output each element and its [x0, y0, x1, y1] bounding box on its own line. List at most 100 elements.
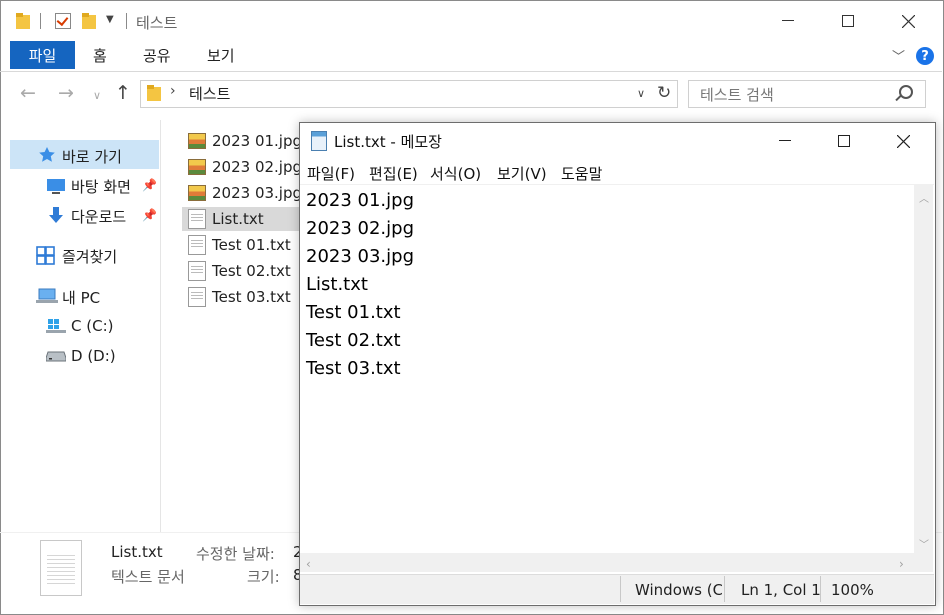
details-size-label: 크기: [247, 568, 280, 586]
tab-home[interactable]: 홈 [93, 45, 107, 66]
breadcrumb-chevron-icon[interactable]: › [170, 83, 176, 99]
up-arrow-icon[interactable]: ↑ [115, 82, 131, 104]
recent-locations-chevron-icon[interactable]: ∨ [93, 89, 101, 102]
file-name: List.txt [212, 210, 264, 228]
search-icon[interactable] [899, 85, 913, 99]
title-separator [126, 13, 127, 29]
sidebar-item-downloads[interactable]: 다운로드 [71, 206, 126, 227]
list-item[interactable]: Test 02.txt [182, 259, 302, 283]
forward-arrow-icon[interactable]: → [58, 82, 74, 104]
status-separator [724, 576, 725, 602]
image-file-icon [188, 159, 206, 175]
favorites-grid-icon [36, 246, 55, 265]
close-icon [896, 134, 910, 148]
tab-view[interactable]: 보기 [207, 45, 235, 66]
text-line: Test 01.txt [306, 302, 401, 323]
sidebar-divider [160, 120, 161, 532]
sidebar-item-drive-d[interactable]: D (D:) [71, 347, 116, 365]
ribbon-divider [0, 71, 942, 72]
text-line: Test 02.txt [306, 330, 401, 351]
notepad-icon [311, 131, 327, 151]
horizontal-scrollbar[interactable] [300, 553, 914, 572]
sidebar-item-favorites[interactable]: 즐겨찾기 [62, 246, 117, 267]
menu-help[interactable]: 도움말 [561, 163, 602, 184]
back-arrow-icon[interactable]: ← [20, 82, 36, 104]
maximize-icon [838, 135, 850, 147]
drive-icon [46, 351, 66, 362]
maximize-button[interactable] [818, 0, 878, 42]
download-arrow-icon [49, 207, 63, 223]
notepad-minimize-button[interactable] [756, 122, 814, 160]
vertical-scrollbar[interactable] [914, 185, 933, 553]
scroll-down-chevron-icon[interactable]: ﹀ [919, 536, 929, 551]
scroll-left-chevron-icon[interactable]: ‹ [306, 557, 311, 571]
close-icon [901, 14, 915, 28]
expand-ribbon-chevron-icon[interactable]: ﹀ [892, 46, 905, 65]
list-item[interactable]: 2023 01.jpg [182, 129, 302, 153]
window-title: 테스트 [136, 14, 178, 32]
list-item[interactable]: 2023 02.jpg [182, 155, 302, 179]
file-name: Test 01.txt [212, 236, 291, 254]
folder-icon[interactable] [16, 13, 30, 29]
file-name: Test 02.txt [212, 262, 291, 280]
address-dropdown-chevron-icon[interactable]: ∨ [637, 87, 645, 100]
file-name: 2023 01.jpg [212, 132, 303, 150]
details-file-type: 텍스트 문서 [111, 568, 185, 586]
tab-file[interactable]: 파일 [10, 41, 75, 69]
notepad-title: List.txt - 메모장 [334, 133, 442, 151]
tab-share[interactable]: 공유 [143, 45, 171, 66]
text-line: 2023 03.jpg [306, 246, 415, 267]
minimize-button[interactable] [758, 0, 818, 42]
text-line: Test 03.txt [306, 358, 401, 379]
pin-icon[interactable]: 📌 [142, 178, 157, 192]
computer-icon [36, 288, 58, 303]
windows-drive-icon [46, 319, 66, 333]
text-file-icon [188, 261, 206, 281]
status-separator [620, 576, 621, 602]
sidebar-item-this-pc[interactable]: 내 PC [62, 287, 100, 308]
sidebar-item-label: 바로 가기 [62, 148, 122, 166]
text-line: 2023 02.jpg [306, 218, 415, 239]
status-position: Ln 1, Col 1 [741, 581, 821, 599]
notepad-maximize-button[interactable] [815, 122, 873, 160]
text-file-icon [188, 235, 206, 255]
new-folder-icon[interactable] [82, 13, 96, 29]
breadcrumb[interactable]: 테스트 [189, 83, 230, 104]
text-file-icon [188, 287, 206, 307]
list-item[interactable]: List.txt [182, 207, 302, 231]
sidebar-item-drive-c[interactable]: C (C:) [71, 317, 113, 335]
details-modified-label: 수정한 날짜: [196, 545, 275, 563]
scroll-right-chevron-icon[interactable]: › [899, 557, 904, 571]
menu-edit[interactable]: 편집(E) [369, 163, 418, 184]
list-item[interactable]: Test 01.txt [182, 233, 302, 257]
text-line: List.txt [306, 274, 368, 295]
properties-check-icon[interactable] [55, 13, 71, 29]
list-item[interactable]: 2023 03.jpg [182, 181, 302, 205]
scroll-corner [914, 553, 933, 572]
status-zoom: 100% [831, 581, 874, 599]
pin-icon[interactable]: 📌 [142, 208, 157, 222]
details-file-name: List.txt [111, 543, 163, 561]
help-icon[interactable]: ? [916, 47, 934, 65]
list-item[interactable]: Test 03.txt [182, 285, 302, 309]
search-placeholder: 테스트 검색 [700, 86, 774, 104]
folder-icon [147, 85, 161, 101]
text-file-icon [188, 209, 206, 229]
sidebar-item-desktop[interactable]: 바탕 화면 [71, 176, 131, 197]
star-icon [39, 147, 55, 162]
status-encoding: Windows (CR [635, 581, 722, 599]
image-file-icon [188, 133, 206, 149]
scroll-up-chevron-icon[interactable]: ︿ [919, 190, 929, 205]
customize-quick-access-chevron-icon[interactable]: ▼ [106, 14, 114, 25]
maximize-icon [842, 15, 854, 27]
refresh-icon[interactable]: ↻ [657, 83, 671, 103]
notepad-close-button[interactable] [874, 122, 932, 160]
close-button[interactable] [878, 0, 938, 42]
file-name: Test 03.txt [212, 288, 291, 306]
menu-view[interactable]: 보기(V) [497, 163, 547, 184]
menu-format[interactable]: 서식(O) [430, 163, 481, 184]
file-name: 2023 02.jpg [212, 158, 303, 176]
menu-file[interactable]: 파일(F) [307, 163, 355, 184]
desktop-icon [47, 179, 65, 194]
image-file-icon [188, 185, 206, 201]
